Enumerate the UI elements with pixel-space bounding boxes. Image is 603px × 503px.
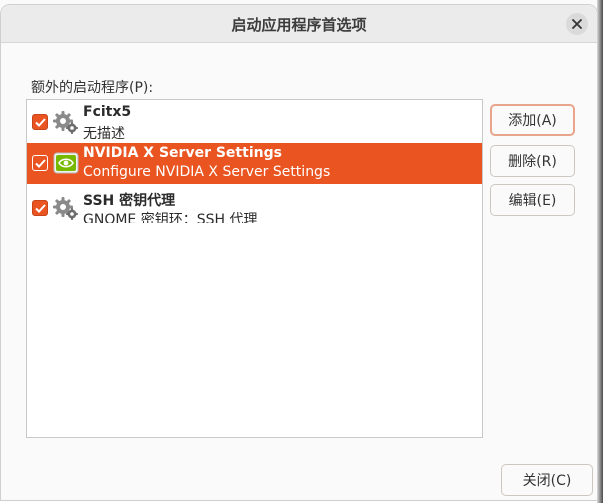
startup-preferences-dialog: 启动应用程序首选项 额外的启动程序(P): Fcitx5 无描述 NVIDIA … <box>0 4 598 501</box>
item-description: Configure NVIDIA X Server Settings <box>83 164 331 180</box>
startup-list-label: 额外的启动程序(P): <box>31 80 154 96</box>
dialog-title: 启动应用程序首选项 <box>231 16 367 34</box>
list-item-nvidia-settings[interactable]: NVIDIA X Server Settings Configure NVIDI… <box>27 143 482 184</box>
title-bar: 启动应用程序首选项 <box>1 5 597 43</box>
startup-programs-list[interactable]: Fcitx5 无描述 NVIDIA X Server Settings Conf… <box>26 99 483 438</box>
list-item-fcitx5[interactable]: Fcitx5 无描述 <box>27 102 482 143</box>
remove-button[interactable]: 删除(R) <box>490 145 575 177</box>
dialog-content: 额外的启动程序(P): Fcitx5 无描述 NVIDIA X Server S… <box>1 43 597 500</box>
item-name: NVIDIA X Server Settings <box>83 145 282 161</box>
enable-checkbox[interactable] <box>32 155 48 171</box>
checkmark-icon <box>34 158 46 168</box>
enable-checkbox[interactable] <box>32 114 48 130</box>
close-dialog-button[interactable]: 关闭(C) <box>501 464 593 496</box>
enable-checkbox[interactable] <box>32 200 48 216</box>
item-name: SSH 密钥代理 <box>83 193 176 209</box>
close-icon <box>572 19 582 29</box>
checkmark-icon <box>34 203 46 213</box>
add-button[interactable]: 添加(A) <box>490 104 575 136</box>
item-description: 无描述 <box>83 126 125 142</box>
edit-button[interactable]: 编辑(E) <box>490 184 575 216</box>
close-button[interactable] <box>566 13 588 35</box>
list-item-ssh-agent[interactable]: SSH 密钥代理 GNOME 密钥环：SSH 代理 <box>27 188 482 229</box>
checkmark-icon <box>34 117 46 127</box>
item-name: Fcitx5 <box>83 104 132 120</box>
gear-icon <box>53 197 78 220</box>
item-description: GNOME 密钥环：SSH 代理 <box>83 212 258 223</box>
nvidia-icon <box>53 152 79 174</box>
gear-icon <box>53 111 78 134</box>
